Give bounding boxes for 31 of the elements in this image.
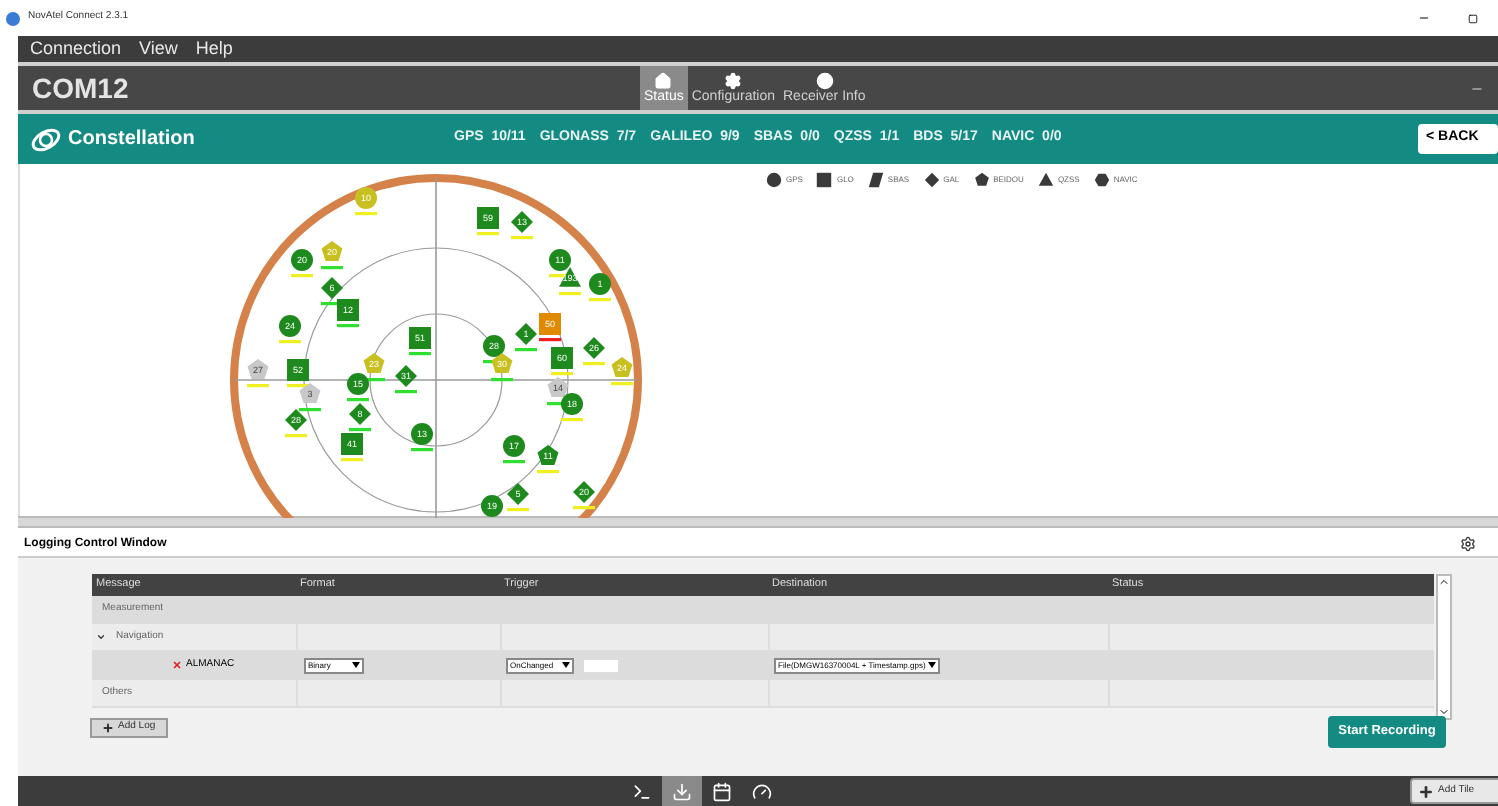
expand-caret-icon[interactable] [96, 632, 106, 642]
plus-icon [102, 722, 114, 734]
period-input-field[interactable] [582, 657, 620, 673]
constellation-logo-icon [30, 125, 62, 153]
gauge-icon [752, 781, 772, 801]
scroll-up-icon[interactable] [1438, 576, 1450, 588]
download-icon [672, 781, 692, 801]
settings-icon[interactable] [1460, 536, 1476, 552]
menu-item[interactable]: View [139, 35, 178, 63]
section-title: Constellation [68, 126, 195, 154]
legend-marker-icon [867, 172, 884, 188]
app-logo-icon [6, 11, 20, 25]
remove-icon[interactable] [172, 660, 182, 670]
menu-item[interactable]: Connection [30, 35, 122, 63]
gear-icon [724, 71, 743, 89]
maximize-icon [1467, 13, 1477, 23]
connection-title: COM12 [32, 69, 129, 107]
legend-marker-icon [1037, 172, 1054, 188]
plus-icon [1418, 783, 1434, 799]
legend-marker-icon [1093, 172, 1110, 188]
legend-marker-icon [923, 172, 940, 188]
scroll-down-icon[interactable] [1438, 706, 1450, 718]
legend-marker-icon [816, 172, 833, 188]
minimize-icon [1418, 12, 1430, 24]
calendar-icon [712, 781, 732, 801]
home-icon [654, 71, 673, 89]
legend-marker-icon [766, 172, 782, 188]
terminal-icon [632, 781, 652, 801]
legend-marker-icon [973, 172, 990, 188]
menu-item[interactable]: Help [195, 35, 233, 63]
scrollbar[interactable] [1436, 574, 1452, 720]
